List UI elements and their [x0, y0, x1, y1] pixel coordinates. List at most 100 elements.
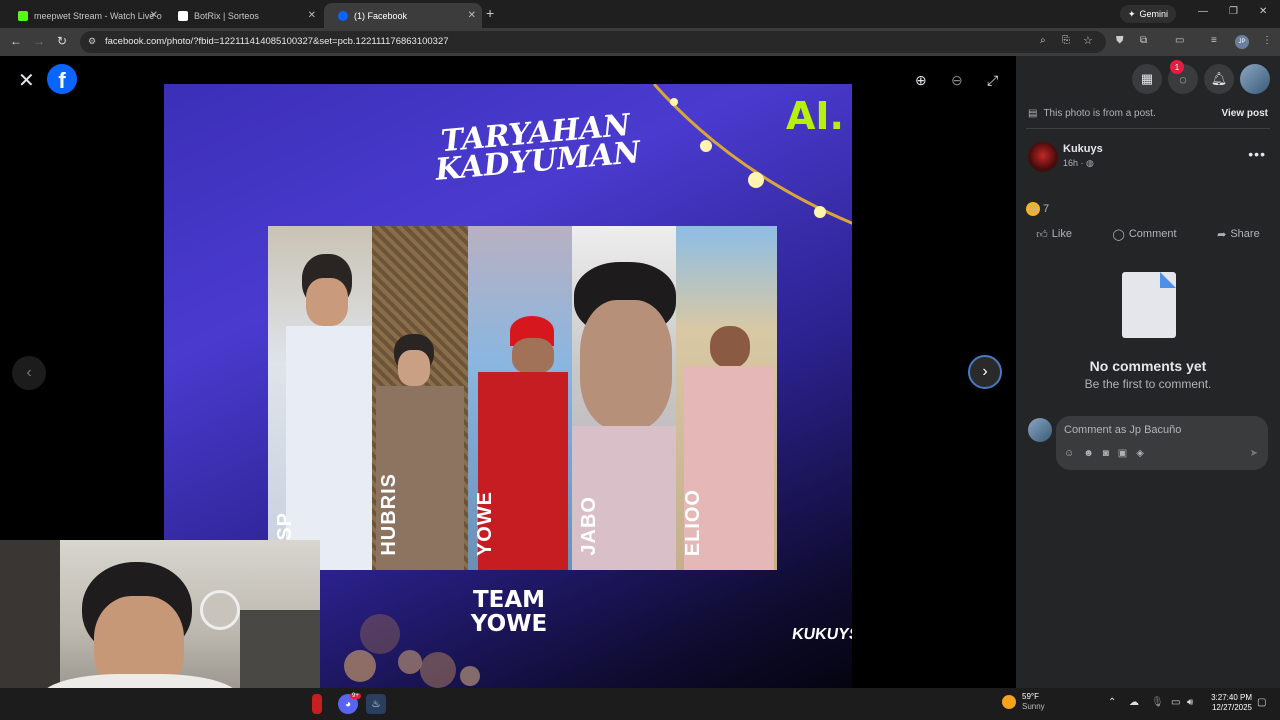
avatar-sticker-icon[interactable]: ☺	[1064, 448, 1074, 459]
comment-input[interactable]	[1064, 422, 1260, 438]
post-side-panel: ▦ ◌ 🔔︎ ▤ This photo is from a post. View…	[1016, 56, 1280, 688]
microphone-icon[interactable]: 🎙︎	[1151, 697, 1164, 708]
app-icon[interactable]	[312, 694, 322, 714]
weather-condition: Sunny	[1022, 702, 1045, 711]
sparkle-icon: ✦	[1128, 8, 1136, 19]
tab-facebook[interactable]: (1) Facebook ✕	[324, 3, 482, 28]
minimize-icon[interactable]: —	[1198, 6, 1208, 17]
member-panel: JABO	[572, 226, 676, 570]
comment-composer[interactable]: ☺ ☻ ◙ ▣ ◈ ➤	[1056, 416, 1268, 470]
address-bar[interactable]: ⚙ facebook.com/photo/?fbid=1221114140851…	[80, 31, 1106, 53]
notifications-bell-icon[interactable]: 🔔︎	[1204, 64, 1234, 94]
member-panels: HSP HUBRIS YOWE JABO ELIOO	[268, 226, 777, 570]
menu-grid-icon[interactable]: ▦	[1132, 64, 1162, 94]
account-avatar[interactable]	[1240, 64, 1270, 94]
post-time[interactable]: 16h · ◍	[1063, 158, 1094, 169]
notifications-icon[interactable]: ▢	[1257, 697, 1266, 708]
weather-widget[interactable]: 59°F Sunny	[1002, 692, 1045, 712]
chevron-up-icon[interactable]: ⌃	[1108, 697, 1116, 708]
zoom-out-icon[interactable]: ⊖	[951, 72, 963, 89]
close-icon[interactable]: ✕	[150, 10, 158, 21]
post-note-text: This photo is from a post.	[1043, 108, 1156, 119]
view-post-link[interactable]: View post	[1222, 108, 1269, 119]
tab-title: meepwet Stream - Watch Live o	[34, 10, 162, 21]
post-time-text: 16h ·	[1063, 158, 1084, 168]
kukuys-logo: KUKUYS	[790, 626, 852, 643]
close-window-icon[interactable]: ✕	[1259, 6, 1267, 17]
browser-tab-strip: meepwet Stream - Watch Live o ✕ BotRix |…	[0, 0, 1280, 28]
author-name[interactable]: Kukuys	[1063, 143, 1103, 155]
media-icon[interactable]: ≡	[1211, 35, 1217, 46]
clock-date: 12/27/2025	[1211, 703, 1252, 712]
divider	[1026, 128, 1270, 129]
gif-icon[interactable]: ▣	[1118, 448, 1127, 459]
sidepanel-icon[interactable]: ▭	[1175, 35, 1184, 46]
emoji-icon[interactable]: ☻	[1083, 448, 1094, 459]
ai-brand-logo: AI.	[786, 94, 844, 138]
system-clock[interactable]: 3:27:40 PM 12/27/2025	[1206, 693, 1252, 713]
tab-meepwet[interactable]: meepwet Stream - Watch Live o ✕	[4, 3, 164, 28]
menu-kebab-icon[interactable]: ⋮	[1262, 35, 1272, 46]
browser-toolbar: ← → ↻ ⚙ facebook.com/photo/?fbid=1221114…	[0, 28, 1280, 56]
zoom-icon[interactable]: ⌕	[1040, 35, 1046, 46]
new-tab-button[interactable]: +	[486, 5, 494, 21]
steam-icon[interactable]: ♨	[366, 694, 386, 714]
clock-time: 3:27:40 PM	[1211, 693, 1252, 702]
member-panel: HUBRIS	[372, 226, 468, 570]
extensions-icon[interactable]: ⧉	[1140, 35, 1147, 46]
post-document-icon: ▤	[1028, 108, 1038, 119]
sticker-icon[interactable]: ◈	[1136, 448, 1144, 459]
reaction-summary[interactable]: 😄︎ 7	[1026, 202, 1049, 216]
share-arrow-icon: ➦	[1217, 228, 1227, 241]
zoom-in-icon[interactable]: ⊕	[915, 72, 927, 89]
site-info-icon[interactable]: ⚙	[88, 36, 96, 47]
reload-icon[interactable]: ↻	[57, 34, 67, 48]
gemini-label: Gemini	[1139, 9, 1169, 19]
composer-tools: ☺ ☻ ◙ ▣ ◈	[1064, 448, 1144, 459]
restore-icon[interactable]: ❐	[1229, 6, 1238, 17]
onedrive-icon[interactable]: ☁	[1129, 697, 1139, 708]
gemini-button[interactable]: ✦ Gemini	[1120, 5, 1177, 23]
thumbs-up-icon: 👍︎	[1036, 228, 1048, 241]
close-icon[interactable]: ✕	[308, 10, 316, 21]
back-icon[interactable]: ←	[10, 34, 22, 48]
empty-document-icon	[1122, 272, 1176, 338]
camera-icon[interactable]: ◙	[1103, 448, 1109, 459]
bookmark-star-icon[interactable]: ☆	[1083, 34, 1093, 47]
tab-botrix[interactable]: BotRix | Sorteos ✕	[164, 3, 322, 28]
comment-button[interactable]: ◯ Comment	[1113, 224, 1177, 244]
kick-icon	[18, 10, 28, 21]
facebook-logo-icon[interactable]: f	[47, 64, 77, 94]
like-button[interactable]: 👍︎ Like	[1036, 224, 1072, 244]
share-button[interactable]: ➦ Share	[1217, 224, 1260, 244]
url-text[interactable]: facebook.com/photo/?fbid=122111414085100…	[105, 36, 449, 47]
sun-icon	[1002, 695, 1016, 709]
close-icon[interactable]: ✕	[468, 10, 476, 21]
next-photo-button[interactable]: ›	[968, 355, 1002, 389]
post-note: ▤ This photo is from a post.	[1028, 108, 1156, 119]
windows-taskbar: ◕ 9+ ♨ 59°F Sunny ⌃ ☁ 🎙︎ ▭ 🔊︎ 3:27:40 PM…	[0, 688, 1280, 720]
volume-icon[interactable]: 🔊︎	[1187, 697, 1193, 708]
member-panel: ELIOO	[676, 226, 777, 570]
post-actions: 👍︎ Like ◯ Comment ➦ Share	[1016, 224, 1280, 244]
member-panel: YOWE	[468, 226, 572, 570]
shield-extension-icon[interactable]: ⛊	[1116, 35, 1124, 46]
more-options-icon[interactable]: •••	[1248, 146, 1266, 162]
messenger-unread-badge: 1	[1170, 60, 1184, 74]
chevron-right-icon: ›	[982, 363, 988, 380]
forward-icon[interactable]: →	[33, 34, 45, 48]
member-name: ELIOO	[682, 488, 704, 556]
comment-bubble-icon: ◯	[1112, 228, 1125, 241]
install-icon[interactable]: ⎘	[1062, 35, 1070, 46]
tab-title: BotRix | Sorteos	[194, 10, 259, 21]
tab-title: (1) Facebook	[354, 10, 408, 21]
author-avatar[interactable]	[1028, 142, 1058, 172]
send-icon[interactable]: ➤	[1250, 448, 1258, 459]
previous-photo-button[interactable]: ‹	[12, 356, 46, 390]
profile-avatar[interactable]: JP	[1235, 35, 1249, 49]
close-icon[interactable]: ✕	[18, 68, 35, 93]
network-icon[interactable]: ▭	[1171, 697, 1180, 708]
fullscreen-icon[interactable]: ⤢	[987, 72, 998, 89]
discord-badge: 9+	[350, 693, 361, 699]
temperature: 59°F	[1022, 692, 1039, 701]
